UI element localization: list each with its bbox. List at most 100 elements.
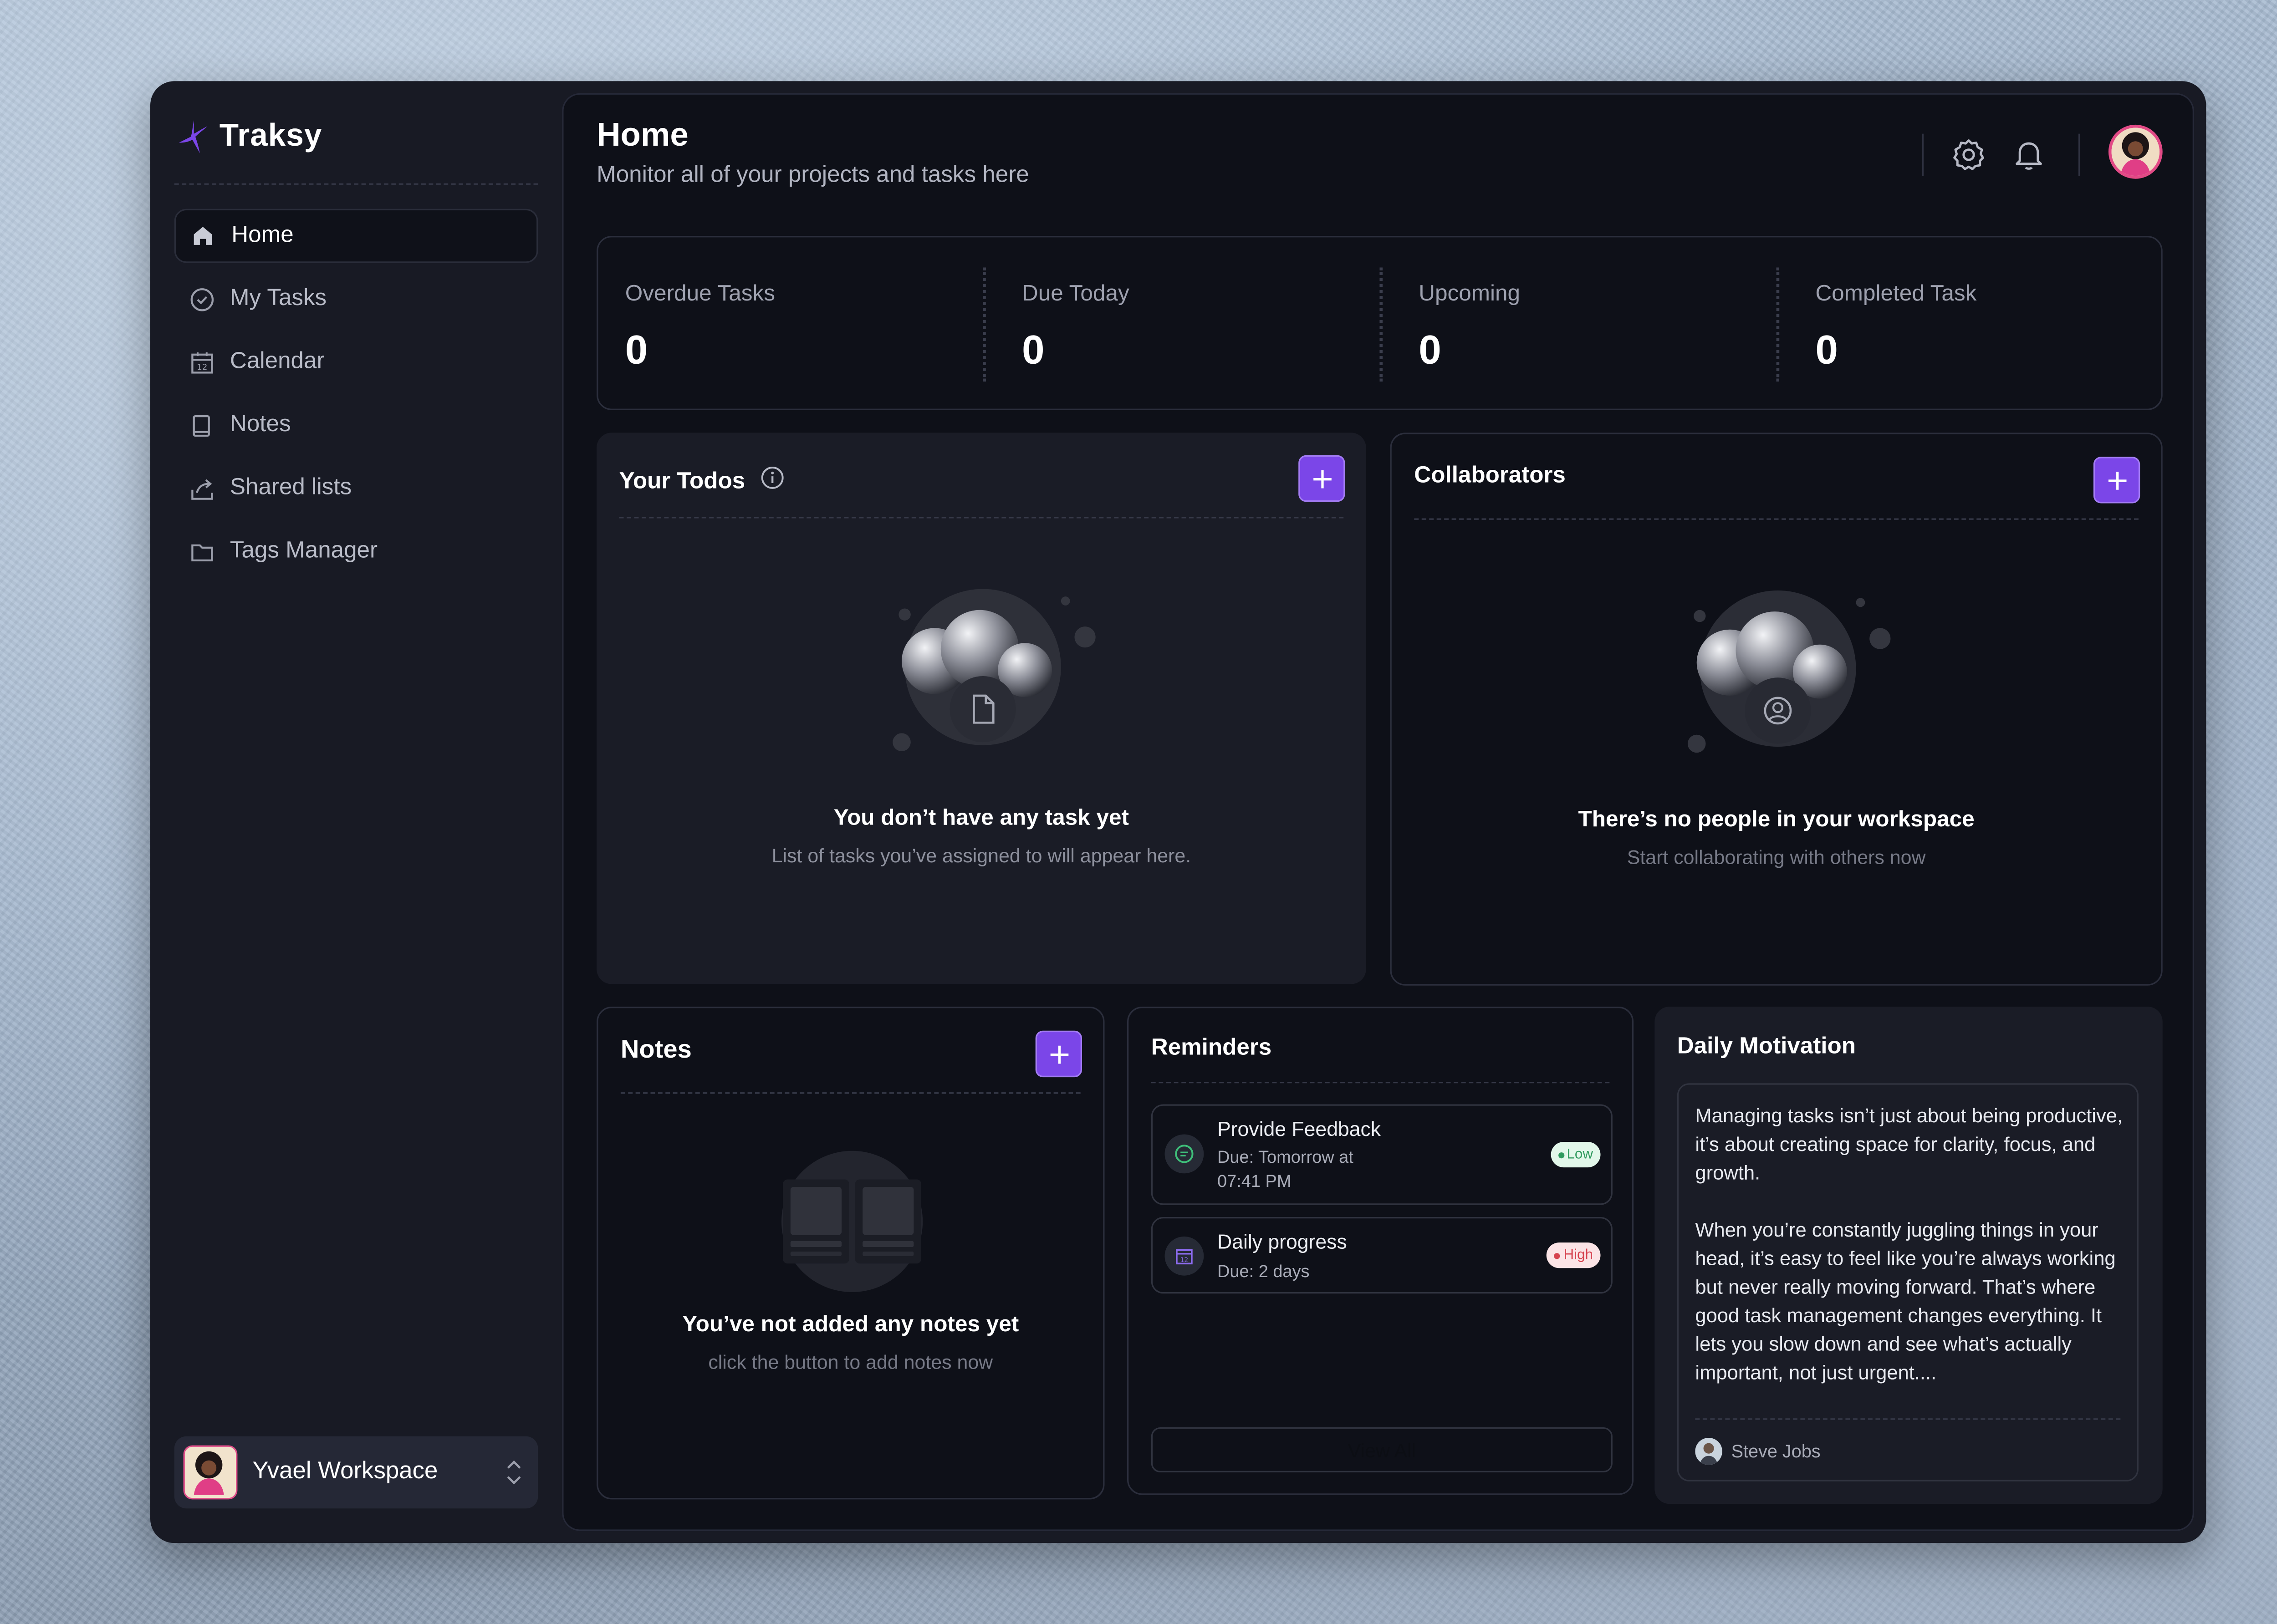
plus-icon [1312, 469, 1331, 488]
sidebar-item-tags-manager[interactable]: Tags Manager [174, 524, 538, 579]
sidebar-item-notes[interactable]: Notes [174, 398, 538, 453]
stat-overdue-tasks: Overdue Tasks 0 [598, 237, 995, 408]
empty-collaborators-illustration [1687, 590, 1891, 753]
logo[interactable]: Traksy [174, 117, 322, 156]
traksy-logo-icon [179, 120, 208, 153]
reminder-due: Due: 2 days [1217, 1263, 1310, 1282]
reminder-title: Daily progress [1217, 1230, 1347, 1253]
stat-due-today: Due Today 0 [995, 237, 1392, 408]
stat-value: 0 [625, 327, 648, 373]
quote-divider [1695, 1418, 2121, 1420]
card-divider [1414, 518, 2139, 520]
empty-state-subtitle: Start collaborating with others now [1627, 845, 1926, 869]
empty-state-title: You don’t have any task yet [833, 805, 1129, 831]
stat-divider [1379, 267, 1383, 382]
empty-state-title: You’ve not added any notes yet [682, 1311, 1019, 1337]
reminder-title: Provide Feedback [1217, 1118, 1381, 1140]
chat-icon [1164, 1134, 1204, 1174]
gear-icon[interactable] [1949, 135, 1988, 174]
page-subtitle: Monitor all of your projects and tasks h… [597, 162, 1029, 188]
notebook-icon [188, 412, 215, 438]
reminder-due: Due: Tomorrow at 07:41 PM [1217, 1149, 1353, 1191]
bell-icon[interactable] [2009, 135, 2048, 174]
sidebar-item-home[interactable]: Home [174, 209, 538, 263]
page-title: Home [597, 116, 689, 153]
stat-divider [1776, 267, 1780, 382]
stat-completed-task: Completed Task 0 [1788, 237, 2185, 408]
card-divider [619, 517, 1344, 519]
stat-value: 0 [1815, 327, 1838, 373]
user-avatar[interactable] [2108, 124, 2163, 179]
sidebar-item-my-tasks[interactable]: My Tasks [174, 272, 538, 326]
status-dot [1554, 1252, 1561, 1258]
card-divider [1151, 1082, 1610, 1084]
sidebar-item-label: My Tasks [230, 285, 327, 311]
header-divider [2078, 133, 2080, 176]
quote-box: Managing tasks isn’t just about being pr… [1677, 1083, 2139, 1481]
sidebar-item-label: Home [231, 222, 294, 248]
reminders-card: Reminders Provide Feedback Due: Tomorrow… [1127, 1007, 1634, 1495]
author-avatar [1695, 1438, 1722, 1465]
home-icon [189, 222, 216, 249]
priority-badge-low: Low [1550, 1142, 1601, 1168]
empty-state-subtitle: List of tasks you’ve assigned to will ap… [771, 844, 1191, 867]
priority-label: High [1563, 1247, 1593, 1264]
workspace-name: Yvael Workspace [252, 1459, 438, 1485]
status-dot [1557, 1151, 1564, 1158]
add-todo-button[interactable] [1298, 455, 1345, 502]
empty-notes-illustration [781, 1151, 923, 1292]
empty-todos-illustration [893, 589, 1096, 751]
author-name: Steve Jobs [1731, 1441, 1821, 1462]
empty-state-title: There’s no people in your workspace [1578, 807, 1975, 833]
sidebar-item-label: Tags Manager [230, 538, 378, 564]
reminder-item[interactable]: Provide Feedback Due: Tomorrow at 07:41 … [1151, 1104, 1613, 1205]
sidebar-item-shared-lists[interactable]: Shared lists [174, 461, 538, 515]
collaborators-card: Collaborators There’s no people in your … [1390, 433, 2163, 986]
add-note-button[interactable] [1035, 1030, 1082, 1078]
priority-badge-high: High [1547, 1242, 1601, 1268]
card-title: Notes [620, 1035, 692, 1064]
todos-title-row: Your Todos [619, 466, 784, 497]
quote-text: Managing tasks isn’t just about being pr… [1695, 1104, 2123, 1384]
plus-icon [1050, 1045, 1068, 1063]
card-title: Collaborators [1414, 463, 1566, 489]
calendar-icon: 12 [1164, 1236, 1204, 1276]
empty-state-subtitle: click the button to add notes now [708, 1350, 993, 1374]
sidebar-divider [174, 183, 538, 185]
card-title: Reminders [1151, 1035, 1272, 1061]
stat-label: Completed Task [1815, 281, 1977, 307]
view-all-button[interactable]: View All [1151, 1427, 1613, 1472]
add-collaborator-button[interactable] [2093, 457, 2140, 504]
card-title: Your Todos [619, 468, 745, 494]
workspace-switcher[interactable]: Yvael Workspace [174, 1436, 538, 1509]
stat-upcoming: Upcoming 0 [1392, 237, 1788, 408]
chevron-up-down-icon [505, 1457, 523, 1495]
app-name: Traksy [219, 118, 322, 153]
stats-summary: Overdue Tasks 0 Due Today 0 Upcoming 0 C… [597, 236, 2163, 410]
stat-label: Overdue Tasks [625, 281, 776, 307]
card-divider [620, 1092, 1081, 1094]
stat-divider [983, 267, 986, 382]
plus-icon [2108, 471, 2126, 489]
header-divider [1922, 133, 1924, 176]
screenshot-stage: Traksy Home My Tasks 12 Calendar Notes S… [0, 0, 2277, 1624]
share-icon [188, 475, 215, 502]
svg-text:12: 12 [196, 361, 207, 371]
notes-card: Notes You’ve not added any notes yet cli… [597, 1007, 1105, 1500]
todos-card: Your Todos You don’t have any task yet L… [597, 433, 1366, 984]
quote-author: Steve Jobs [1695, 1438, 1821, 1465]
card-title: Daily Motivation [1677, 1033, 1856, 1059]
reminder-item[interactable]: 12 Daily progress Due: 2 days High [1151, 1217, 1613, 1294]
sidebar-nav: Home My Tasks 12 Calendar Notes Shared l… [174, 209, 538, 588]
stat-value: 0 [1022, 327, 1045, 373]
folder-icon [188, 538, 215, 565]
sidebar-item-calendar[interactable]: 12 Calendar [174, 335, 538, 389]
app-window: Traksy Home My Tasks 12 Calendar Notes S… [150, 81, 2206, 1543]
info-icon[interactable] [760, 466, 784, 497]
sidebar-item-label: Calendar [230, 348, 325, 374]
workspace-avatar [183, 1445, 238, 1500]
stat-value: 0 [1419, 327, 1441, 373]
sidebar-item-label: Shared lists [230, 474, 352, 500]
stat-label: Upcoming [1419, 281, 1521, 307]
check-circle-icon [188, 285, 215, 312]
